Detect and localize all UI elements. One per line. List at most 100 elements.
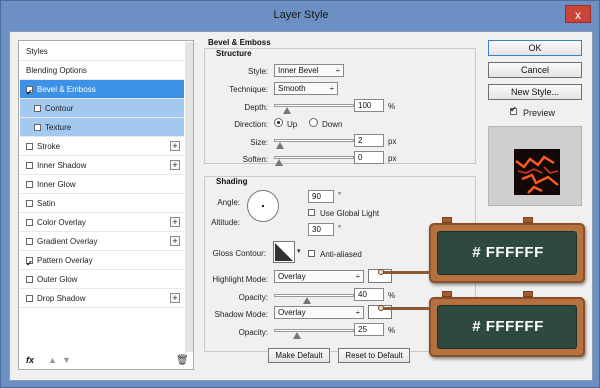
- style-item-texture[interactable]: Texture: [20, 118, 184, 137]
- move-down-icon[interactable]: ▼: [62, 355, 71, 365]
- style-item-drop-shadow[interactable]: Drop Shadow +: [20, 289, 184, 308]
- style-item-label: Texture: [45, 123, 72, 132]
- depth-unit: %: [388, 102, 396, 111]
- shadow-opacity-slider[interactable]: [274, 329, 354, 339]
- altitude-input[interactable]: 30: [308, 223, 334, 236]
- shadow-opacity-unit: %: [388, 326, 396, 335]
- style-item-label: Gradient Overlay: [37, 237, 98, 246]
- cancel-button[interactable]: Cancel: [488, 62, 582, 78]
- style-item-label: Inner Shadow: [37, 161, 87, 170]
- add-effect-icon[interactable]: +: [170, 141, 180, 151]
- add-effect-icon[interactable]: +: [170, 293, 180, 303]
- altitude-unit: °: [338, 224, 342, 233]
- new-style-button[interactable]: New Style...: [488, 84, 582, 100]
- style-label: Style:: [247, 67, 268, 76]
- direction-up-radio[interactable]: [274, 118, 283, 127]
- size-slider[interactable]: [274, 139, 354, 149]
- structure-title: Structure: [216, 49, 252, 58]
- depth-label: Depth:: [244, 103, 268, 112]
- style-item-checkbox[interactable]: [26, 143, 33, 150]
- style-item-inner-shadow[interactable]: Inner Shadow +: [20, 156, 184, 175]
- style-item-checkbox[interactable]: [26, 162, 33, 169]
- depth-slider[interactable]: [274, 104, 354, 114]
- technique-label: Technique:: [229, 85, 268, 94]
- highlight-mode-dropdown[interactable]: Overlay: [274, 270, 364, 283]
- chalkboard: # FFFFFF: [437, 231, 577, 275]
- move-up-icon[interactable]: ▲: [48, 355, 57, 365]
- soften-slider[interactable]: [274, 156, 354, 166]
- style-item-checkbox[interactable]: [26, 276, 33, 283]
- shadow-opacity-input[interactable]: 25: [354, 323, 384, 336]
- close-button[interactable]: x: [565, 5, 591, 23]
- dialog-title: Layer Style: [273, 9, 329, 21]
- add-effect-icon[interactable]: +: [170, 160, 180, 170]
- style-item-color-overlay[interactable]: Color Overlay +: [20, 213, 184, 232]
- trash-icon[interactable]: 🗑: [176, 355, 189, 366]
- style-item-bevel-emboss[interactable]: Bevel & Emboss: [20, 80, 184, 102]
- style-item-contour[interactable]: Contour: [20, 99, 184, 118]
- soften-input[interactable]: 0: [354, 151, 384, 164]
- style-item-checkbox[interactable]: [26, 219, 33, 226]
- style-item-label: Satin: [37, 199, 56, 208]
- ok-button[interactable]: OK: [488, 40, 582, 56]
- direction-down-label: Down: [322, 120, 343, 129]
- highlight-color-annotation: # FFFFFF: [429, 223, 585, 283]
- styles-list-scrollbar[interactable]: [185, 42, 193, 352]
- style-item-label: Blending Options: [26, 66, 87, 75]
- pointer-dot: [378, 269, 384, 275]
- size-slider-thumb[interactable]: [276, 142, 285, 149]
- style-item-stroke[interactable]: Stroke +: [20, 137, 184, 156]
- preview-checkbox[interactable]: [510, 105, 517, 115]
- style-item-blending-options[interactable]: Blending Options: [20, 61, 184, 80]
- style-item-styles[interactable]: Styles: [20, 42, 184, 61]
- style-item-inner-glow[interactable]: Inner Glow: [20, 175, 184, 194]
- style-item-label: Styles: [26, 47, 48, 56]
- style-preview: [488, 126, 582, 206]
- styles-list: Styles Blending Options Bevel & Emboss Cont…: [18, 40, 194, 370]
- size-input[interactable]: 2: [354, 134, 384, 147]
- style-dropdown[interactable]: Inner Bevel: [274, 64, 344, 77]
- pointer-dot: [378, 305, 384, 311]
- style-item-satin[interactable]: Satin: [20, 194, 184, 213]
- global-light-label: Use Global Light: [320, 209, 380, 218]
- depth-input[interactable]: 100: [354, 99, 384, 112]
- style-item-checkbox[interactable]: [26, 181, 33, 188]
- preview-thumbnail: [514, 149, 560, 195]
- shadow-color-annotation: # FFFFFF: [429, 297, 585, 357]
- style-item-gradient-overlay[interactable]: Gradient Overlay +: [20, 232, 184, 251]
- style-item-checkbox[interactable]: [26, 200, 33, 207]
- highlight-opacity-slider[interactable]: [274, 294, 354, 304]
- title-bar: Layer Style x: [1, 1, 600, 31]
- add-effect-icon[interactable]: +: [170, 236, 180, 246]
- add-effect-icon[interactable]: +: [170, 217, 180, 227]
- global-light-checkbox[interactable]: [308, 209, 315, 216]
- style-item-checkbox[interactable]: [34, 124, 41, 131]
- highlight-mode-label: Highlight Mode:: [212, 275, 268, 284]
- gloss-contour-chevron-icon[interactable]: ▾: [297, 247, 301, 255]
- style-item-outer-glow[interactable]: Outer Glow: [20, 270, 184, 289]
- style-item-checkbox[interactable]: [34, 105, 41, 112]
- style-item-pattern-overlay[interactable]: Pattern Overlay: [20, 251, 184, 273]
- style-item-checkbox[interactable]: [26, 295, 33, 302]
- gloss-contour-picker[interactable]: [273, 241, 295, 263]
- fx-icon[interactable]: fx: [26, 355, 34, 365]
- style-item-label: Bevel & Emboss: [37, 85, 96, 94]
- direction-down-radio[interactable]: [309, 118, 318, 127]
- depth-slider-thumb[interactable]: [283, 107, 292, 114]
- style-item-checkbox[interactable]: [26, 83, 33, 102]
- soften-slider-thumb[interactable]: [275, 159, 283, 166]
- style-item-checkbox[interactable]: [26, 238, 33, 245]
- technique-dropdown[interactable]: Smooth: [274, 82, 338, 95]
- anti-aliased-checkbox[interactable]: [308, 250, 315, 257]
- highlight-opacity-thumb[interactable]: [303, 297, 311, 304]
- pointer-rope: [381, 307, 431, 310]
- style-item-checkbox[interactable]: [26, 254, 33, 273]
- highlight-opacity-label: Opacity:: [238, 293, 268, 302]
- highlight-opacity-input[interactable]: 40: [354, 288, 384, 301]
- make-default-button[interactable]: Make Default: [268, 348, 330, 363]
- reset-default-button[interactable]: Reset to Default: [338, 348, 410, 363]
- angle-dial[interactable]: [247, 190, 279, 222]
- angle-input[interactable]: 90: [308, 190, 334, 203]
- shadow-mode-dropdown[interactable]: Overlay: [274, 306, 364, 319]
- shadow-opacity-thumb[interactable]: [292, 332, 301, 339]
